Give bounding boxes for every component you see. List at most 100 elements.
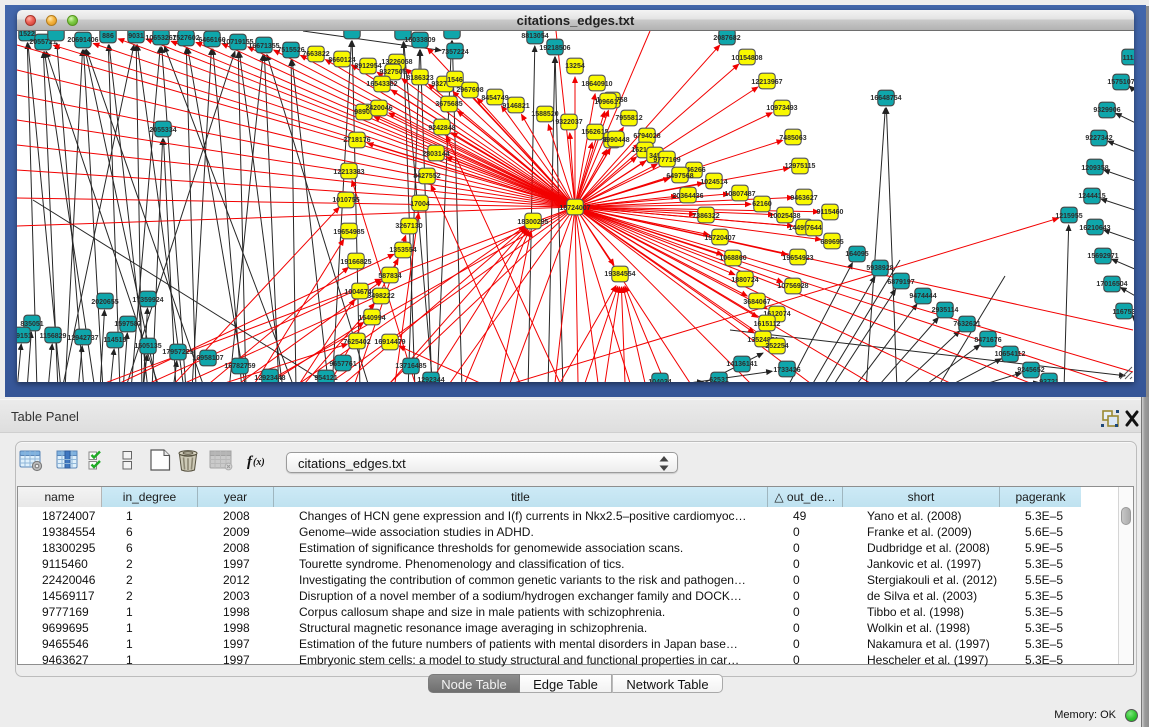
svg-text:7955812: 7955812 [615,115,642,122]
svg-text:689695: 689695 [820,239,843,246]
svg-text:9115460: 9115460 [817,209,844,216]
svg-text:10025438: 10025438 [769,213,800,220]
svg-text:17957225: 17957225 [162,349,193,356]
svg-text:8813054: 8813054 [521,33,548,40]
svg-text:1215955: 1215955 [1055,213,1082,220]
svg-text:62160: 62160 [752,201,772,208]
svg-text:39151: 39151 [17,333,32,340]
svg-text:2020655: 2020655 [91,299,118,306]
svg-text:16914479: 16914479 [374,339,405,346]
svg-text:8186323: 8186323 [406,75,433,82]
svg-text:164095: 164095 [845,251,868,258]
svg-text:16543382: 16543382 [366,81,397,88]
svg-text:19166825: 19166825 [340,259,371,266]
svg-text:16210643: 16210643 [1079,225,1110,232]
svg-text:7632621: 7632621 [953,321,980,328]
svg-text:8990448: 8990448 [602,137,629,144]
svg-text:2087682: 2087682 [713,35,740,42]
svg-text:954121: 954121 [314,375,337,382]
svg-text:10654112: 10654112 [995,351,1026,358]
svg-text:19654923: 19654923 [782,255,813,262]
svg-text:1209358: 1209358 [1081,165,1108,172]
svg-text:1292344: 1292344 [417,377,444,382]
svg-text:9146821: 9146821 [502,103,529,110]
svg-text:18640910: 18640910 [581,81,612,88]
svg-text:10958107: 10958107 [192,355,223,362]
svg-text:12213967: 12213967 [751,79,782,86]
svg-text:8660124: 8660124 [328,57,355,64]
svg-text:7357224: 7357224 [441,49,468,56]
svg-text:8454749: 8454749 [481,95,508,102]
svg-text:2803144: 2803144 [422,151,449,158]
svg-text:7485063: 7485063 [779,135,806,142]
svg-text:1010755: 1010755 [332,197,359,204]
svg-text:7663822: 7663822 [302,51,329,58]
svg-text:18300295: 18300295 [517,219,548,226]
svg-text:16648754: 16648754 [870,95,901,102]
svg-text:16782759: 16782759 [224,363,255,370]
svg-text:104034: 104034 [648,379,671,382]
svg-text:18724007: 18724007 [559,205,590,212]
svg-text:2718176: 2718176 [343,137,370,144]
svg-text:20364436: 20364436 [672,193,703,200]
svg-text:1615112: 1615112 [754,321,781,328]
svg-text:1597587: 1597587 [114,321,141,328]
svg-text:10756928: 10756928 [777,283,808,290]
svg-text:2967608: 2967608 [456,87,483,94]
svg-text:16033809: 16033809 [404,37,435,44]
svg-text:6879197: 6879197 [887,279,914,286]
svg-text:1733426: 1733426 [773,367,800,374]
svg-text:9329906: 9329906 [1093,107,1120,114]
svg-text:9242848: 9242848 [428,125,455,132]
svg-text:12942737: 12942737 [67,335,98,342]
svg-text:1540994: 1540994 [358,315,385,322]
svg-text:19384554: 19384554 [604,271,635,278]
svg-text:252254: 252254 [765,343,788,350]
svg-text:17359924: 17359924 [132,297,163,304]
svg-text:3675685: 3675685 [435,101,462,108]
svg-text:3498222: 3498222 [367,293,394,300]
svg-text:8471676: 8471676 [974,337,1001,344]
svg-text:1522: 1522 [19,31,35,38]
svg-text:20691406: 20691406 [67,37,98,44]
svg-text:1024514: 1024514 [700,179,727,186]
svg-text:1244415: 1244415 [1078,193,1105,200]
svg-text:14136141: 14136141 [726,361,757,368]
svg-text:9463627: 9463627 [790,195,817,202]
svg-text:1575107: 1575107 [1107,79,1134,86]
svg-text:15692971: 15692971 [1087,253,1118,260]
svg-text:5938928: 5938928 [866,265,893,272]
svg-text:7644: 7644 [806,225,822,232]
svg-text:1880724: 1880724 [731,277,758,284]
svg-text:1068860: 1068860 [719,255,746,262]
svg-text:9777169: 9777169 [653,157,680,164]
svg-text:10973493: 10973493 [766,105,797,112]
svg-text:587834: 587834 [378,273,401,280]
svg-text:(x): (x) [253,457,265,468]
svg-text:12213383: 12213383 [333,169,364,176]
svg-text:19218506: 19218506 [539,45,570,52]
svg-text:7515526: 7515526 [277,47,304,54]
svg-text:10154808: 10154808 [731,55,762,62]
svg-text:17016504: 17016504 [1096,281,1127,288]
svg-text:12923448: 12923448 [254,375,285,382]
svg-text:6794028: 6794028 [633,133,660,140]
svg-text:7386322: 7386322 [692,213,719,220]
svg-text:9245652: 9245652 [1017,367,1044,374]
svg-text:9322037: 9322037 [555,119,582,126]
svg-text:886: 886 [102,33,114,40]
svg-text:2935114: 2935114 [932,307,959,314]
svg-text:9474444: 9474444 [909,293,936,300]
svg-text:16671355: 16671355 [248,43,279,50]
svg-text:1353554: 1353554 [389,247,416,254]
svg-text:13254: 13254 [565,63,585,70]
svg-text:3684067: 3684067 [743,299,770,306]
svg-text:9657761: 9657761 [329,361,356,368]
svg-text:1588520: 1588520 [531,111,558,118]
svg-text:116753: 116753 [1113,309,1134,316]
svg-text:3267130: 3267130 [395,223,422,230]
svg-text:8427552: 8427552 [413,173,440,180]
svg-text:15720407: 15720407 [704,235,735,242]
svg-text:1527602: 1527602 [172,35,199,42]
svg-text:9031: 9031 [128,33,144,40]
